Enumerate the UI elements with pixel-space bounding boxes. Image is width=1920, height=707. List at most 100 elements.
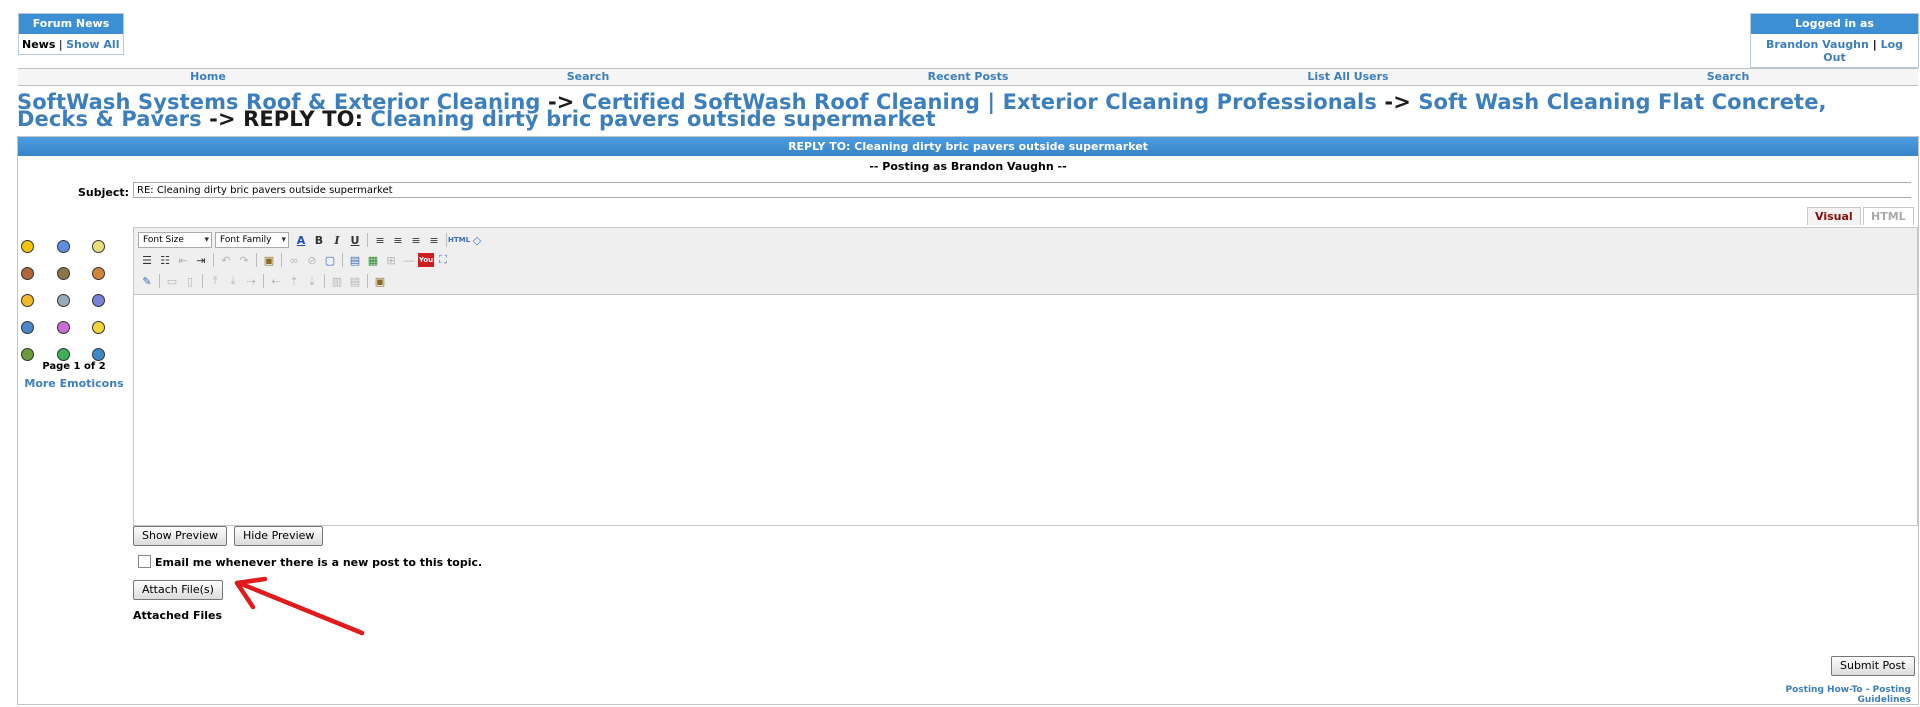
- wink-emoticon-icon[interactable]: [57, 240, 70, 253]
- hide-preview-button[interactable]: Hide Preview: [234, 526, 324, 546]
- logged-in-title: Logged in as: [1751, 14, 1918, 34]
- fullscreen-icon[interactable]: ⛶: [434, 252, 452, 268]
- posting-as-label: -- Posting as Brandon Vaughn --: [869, 160, 1067, 173]
- table-col-icon[interactable]: ▯: [181, 273, 199, 289]
- underline-icon[interactable]: U: [346, 232, 364, 248]
- email-notify-row: Email me whenever there is a new post to…: [138, 555, 483, 569]
- align-left-icon[interactable]: ≡: [371, 232, 389, 248]
- show-all-link[interactable]: Show All: [66, 38, 119, 51]
- surprised-emoticon-icon[interactable]: [92, 321, 105, 334]
- login-body: Brandon Vaughn | Log Out: [1751, 34, 1918, 67]
- news-separator: |: [58, 38, 63, 51]
- align-right-icon[interactable]: ≡: [407, 232, 425, 248]
- redo-icon[interactable]: ↷: [235, 252, 253, 268]
- split-cells-icon[interactable]: ▥: [328, 273, 346, 289]
- subject-input[interactable]: [133, 182, 1911, 198]
- tongue-emoticon-icon[interactable]: [57, 321, 70, 334]
- image-icon[interactable]: ▤: [346, 252, 364, 268]
- text-color-icon[interactable]: A: [292, 232, 310, 248]
- posting-howto-link[interactable]: Posting How-To: [1786, 685, 1863, 695]
- font-family-select[interactable]: Font Family: [215, 232, 289, 248]
- cool-emoticon-icon[interactable]: [57, 267, 70, 280]
- breadcrumb: SoftWash Systems Roof & Exterior Cleanin…: [17, 92, 1897, 131]
- table-icon[interactable]: ⊞: [382, 252, 400, 268]
- nav-search-2[interactable]: Search: [1538, 69, 1918, 85]
- emoticon-grid: [18, 233, 130, 368]
- subject-label: Subject:: [78, 186, 130, 199]
- italic-icon[interactable]: I: [328, 232, 346, 248]
- undo-icon[interactable]: ↶: [217, 252, 235, 268]
- subject-row: Subject:: [18, 182, 1918, 202]
- nav-list-all-users[interactable]: List All Users: [1158, 69, 1538, 85]
- nav-home[interactable]: Home: [18, 69, 398, 85]
- bullet-list-icon[interactable]: ☰: [138, 252, 156, 268]
- emoticon-page-info: Page 1 of 2: [42, 361, 106, 372]
- think-emoticon-icon[interactable]: [92, 348, 105, 361]
- forum-news-title: Forum News: [19, 14, 123, 34]
- paste-icon[interactable]: ▣: [260, 252, 278, 268]
- tab-html[interactable]: HTML: [1863, 207, 1914, 225]
- link-icon[interactable]: ∞: [285, 252, 303, 268]
- attach-files-button[interactable]: Attach File(s): [133, 580, 223, 600]
- eraser-icon[interactable]: ◇: [468, 232, 486, 248]
- more-emoticons-link[interactable]: More Emoticons: [18, 377, 130, 390]
- align-justify-icon[interactable]: ≡: [425, 232, 443, 248]
- nav-search[interactable]: Search: [398, 69, 778, 85]
- outdent-icon[interactable]: ⇤: [174, 252, 192, 268]
- forum-news-body: News | Show All: [19, 34, 123, 54]
- red-arrow-annotation-icon: [234, 576, 365, 636]
- sick-emoticon-icon[interactable]: [21, 348, 34, 361]
- delete-row-icon[interactable]: ⇢: [242, 273, 260, 289]
- media-icon[interactable]: ▦: [364, 252, 382, 268]
- editor-body[interactable]: [134, 295, 1917, 525]
- breadcrumb-arrow: ->: [1384, 90, 1411, 114]
- numbered-list-icon[interactable]: ☷: [156, 252, 174, 268]
- paste-word-icon[interactable]: ▣: [371, 273, 389, 289]
- smile-emoticon-icon[interactable]: [21, 240, 34, 253]
- login-box: Logged in as Brandon Vaughn | Log Out: [1750, 13, 1919, 68]
- panel-title: REPLY TO: Cleaning dirty bric pavers out…: [18, 137, 1918, 156]
- font-size-select[interactable]: Font Size: [138, 232, 212, 248]
- col-before-icon[interactable]: ⇠: [267, 273, 285, 289]
- main-nav: Home Search Recent Posts List All Users …: [18, 68, 1918, 86]
- tab-visual[interactable]: Visual: [1807, 207, 1861, 225]
- sad-emoticon-icon[interactable]: [21, 294, 34, 307]
- nav-recent-posts[interactable]: Recent Posts: [778, 69, 1158, 85]
- evil-emoticon-icon[interactable]: [92, 267, 105, 280]
- shock-emoticon-icon[interactable]: [21, 321, 34, 334]
- editor-toolbar: Font Size Font Family A B I U ≡ ≡ ≡ ≡ HT…: [134, 228, 1917, 295]
- bold-icon[interactable]: B: [310, 232, 328, 248]
- show-preview-button[interactable]: Show Preview: [133, 526, 227, 546]
- anchor-icon[interactable]: ▢: [321, 252, 339, 268]
- cry-emoticon-icon[interactable]: [92, 294, 105, 307]
- confused-emoticon-icon[interactable]: [57, 294, 70, 307]
- submit-post-button[interactable]: Submit Post: [1831, 656, 1915, 676]
- indent-icon[interactable]: ⇥: [192, 252, 210, 268]
- attached-files-label: Attached Files: [133, 609, 223, 622]
- breadcrumb-topic-link[interactable]: Cleaning dirty bric pavers outside super…: [371, 107, 936, 131]
- merge-cells-icon[interactable]: ▤: [346, 273, 364, 289]
- user-profile-link[interactable]: Brandon Vaughn: [1766, 38, 1869, 51]
- breadcrumb-reply-prefix: REPLY TO:: [243, 107, 364, 131]
- delete-col-icon[interactable]: ⇣: [303, 273, 321, 289]
- horizontal-rule-icon[interactable]: ―: [400, 252, 418, 268]
- table-row-icon[interactable]: ▭: [163, 273, 181, 289]
- login-separator: |: [1872, 38, 1877, 51]
- laugh-emoticon-icon[interactable]: [57, 348, 70, 361]
- email-notify-checkbox[interactable]: [138, 555, 151, 568]
- footer-dash: -: [1862, 685, 1873, 695]
- html-source-icon[interactable]: HTML: [448, 232, 470, 248]
- rich-text-editor: Font Size Font Family A B I U ≡ ≡ ≡ ≡ HT…: [133, 227, 1918, 526]
- posting-guidelines: Posting How-To - Posting Guidelines: [1743, 685, 1911, 705]
- row-before-icon[interactable]: ⤒: [206, 273, 224, 289]
- col-after-icon[interactable]: ⇡: [285, 273, 303, 289]
- unlink-icon[interactable]: ⊘: [303, 252, 321, 268]
- email-notify-label: Email me whenever there is a new post to…: [155, 556, 483, 569]
- news-label: News: [22, 38, 56, 51]
- edit-note-icon[interactable]: ✎: [138, 273, 156, 289]
- angry-emoticon-icon[interactable]: [21, 267, 34, 280]
- row-after-icon[interactable]: ⤓: [224, 273, 242, 289]
- align-center-icon[interactable]: ≡: [389, 232, 407, 248]
- youtube-icon[interactable]: You: [418, 253, 434, 267]
- grin-emoticon-icon[interactable]: [92, 240, 105, 253]
